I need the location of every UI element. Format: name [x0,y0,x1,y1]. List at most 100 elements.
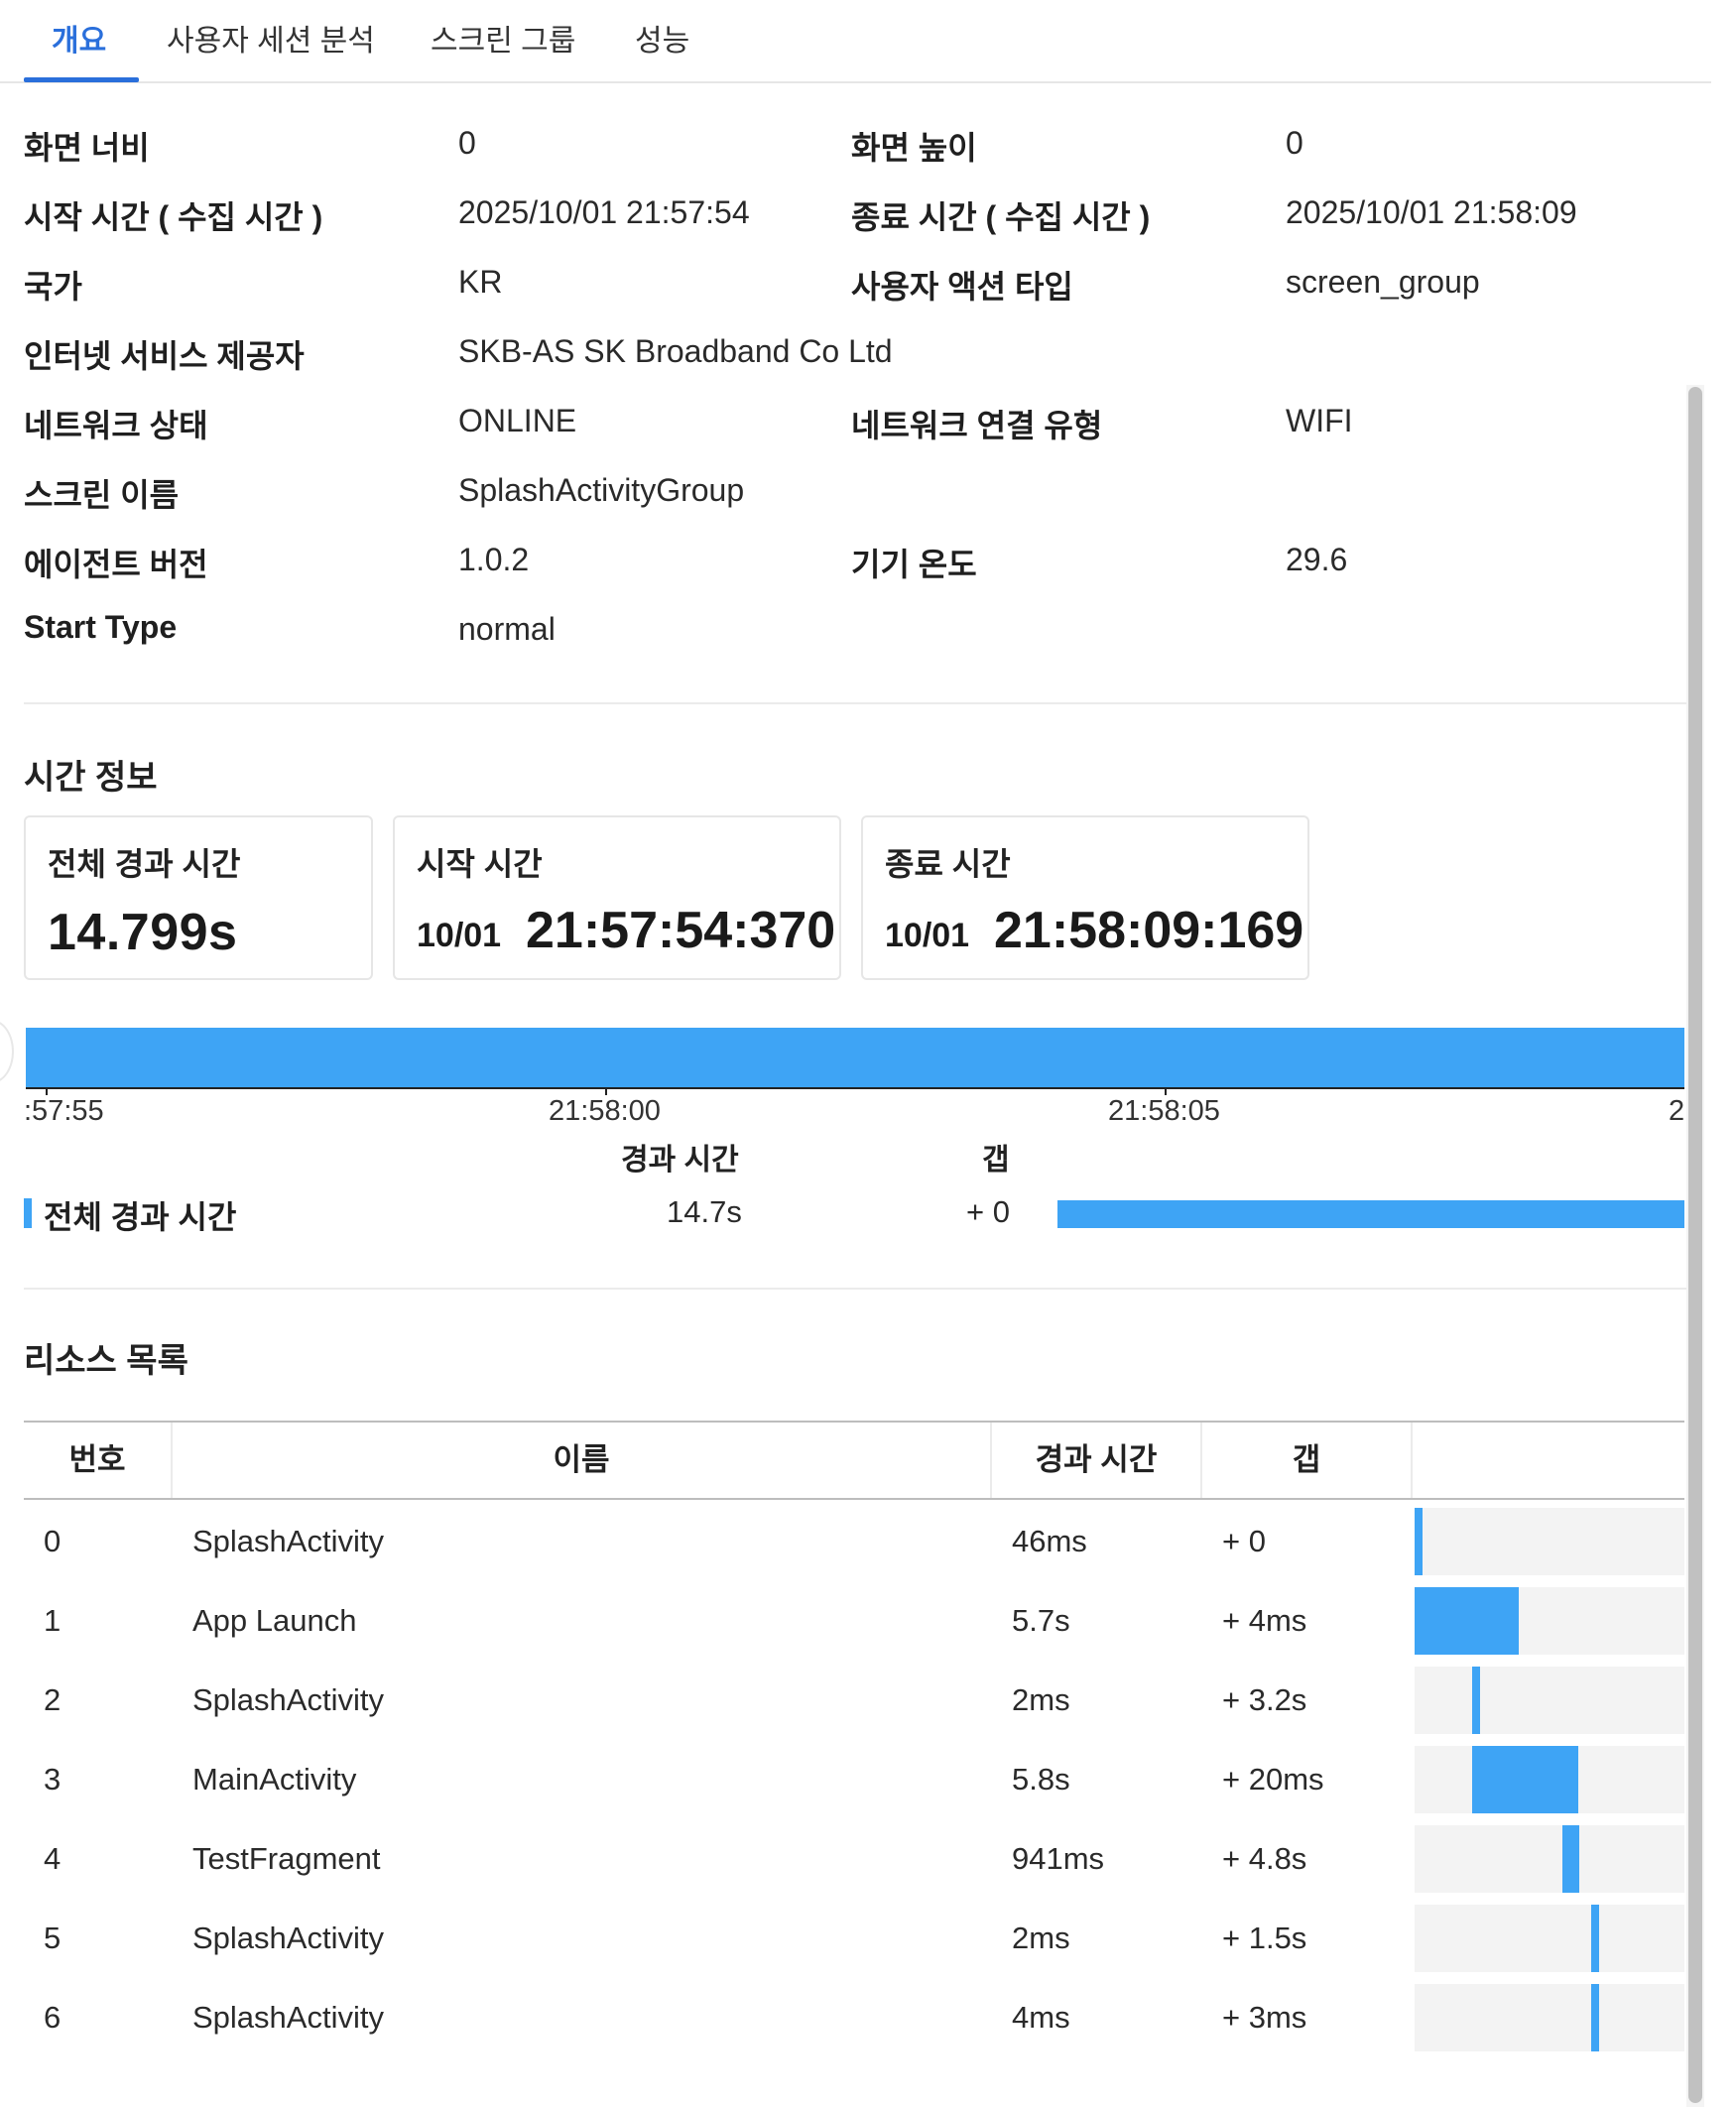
row-gap: + 4ms [1222,1603,1307,1638]
waterfall-bar [1591,1984,1599,2051]
section-divider [24,1288,1686,1290]
row-number: 4 [44,1841,62,1876]
table-row[interactable]: 4 TestFragment 941ms + 4.8s [24,1819,1684,1899]
timeline-tick-label: 2 [1669,1095,1685,1127]
row-elapsed: 4ms [1012,2000,1070,2035]
screen-name-value: SplashActivityGroup [458,472,745,508]
page: 개요 사용자 세션 분석 스크린 그룹 성능 화면 너비 0 화면 높이 0 시… [0,0,1736,2107]
gap-column-header: 갭 [982,1144,1010,1177]
tab-performance[interactable]: 성능 [635,16,689,60]
table-row[interactable]: 1 App Launch 5.7s + 4ms [24,1581,1684,1661]
end-time-label: 종료 시간 ( 수집 시간 ) [851,199,1151,235]
row-number: 3 [44,1762,62,1797]
isp-value: SKB-AS SK Broadband Co Ltd [458,333,893,369]
row-gap: + 4.8s [1222,1841,1307,1876]
row-name: SplashActivity [192,1921,384,1955]
row-gap: + 1.5s [1222,1921,1307,1955]
waterfall-bar [1472,1746,1578,1813]
timeline-tick [1165,1087,1167,1095]
timeline-tick [605,1087,607,1095]
elapsed-column-header: 경과 시간 [621,1144,739,1177]
tab-user-session-analysis[interactable]: 사용자 세션 분석 [167,16,375,60]
timeline-tick-label: 21:58:00 [549,1095,661,1127]
row-elapsed: 5.7s [1012,1603,1070,1638]
waterfall-track [1415,1984,1684,2051]
agent-version-value: 1.0.2 [458,542,530,577]
row-gap: + 20ms [1222,1762,1324,1797]
row-elapsed: 2ms [1012,1921,1070,1955]
country-label: 국가 [24,269,82,305]
start-type-label: Start Type [24,609,178,645]
end-time-card: 종료 시간 10/01 21:58:09:169 [861,815,1309,980]
waterfall-bar [1562,1825,1579,1893]
screen-height-value: 0 [1286,125,1303,161]
action-type-value: screen_group [1286,264,1480,300]
table-row[interactable]: 2 SplashActivity 2ms + 3.2s [24,1661,1684,1740]
start-time-card-label: 시작 시간 [417,846,543,882]
total-elapsed-row-label: 전체 경과 시간 [44,1199,237,1235]
screen-width-value: 0 [458,125,476,161]
row-gap: + 0 [1222,1524,1266,1558]
scrollbar-thumb[interactable] [1688,387,1702,2103]
country-value: KR [458,264,503,300]
resource-list-title: 리소스 목록 [24,1342,188,1380]
waterfall-track [1415,1587,1684,1655]
row-number: 6 [44,2000,62,2035]
row-number: 5 [44,1921,62,1955]
network-type-label: 네트워크 연결 유형 [851,408,1103,443]
start-type-value: normal [458,611,556,647]
total-elapsed-row-gap: + 0 [966,1194,1010,1229]
start-time-label: 시작 시간 ( 수집 시간 ) [24,199,323,235]
table-row[interactable]: 3 MainActivity 5.8s + 20ms [24,1740,1684,1819]
column-header-name[interactable]: 이름 [173,1423,990,1498]
tab-screen-group[interactable]: 스크린 그룹 [431,16,575,60]
table-row[interactable]: 6 SplashActivity 4ms + 3ms [24,1978,1684,2057]
column-header-number[interactable]: 번호 [24,1423,171,1498]
isp-label: 인터넷 서비스 제공자 [24,338,305,374]
row-number: 1 [44,1603,62,1638]
screen-height-label: 화면 높이 [851,130,977,166]
screen-width-label: 화면 너비 [24,130,150,166]
row-name: MainActivity [192,1762,357,1797]
row-name: SplashActivity [192,1524,384,1558]
row-elapsed: 941ms [1012,1841,1105,1876]
start-time-value: 2025/10/01 21:57:54 [458,194,750,230]
row-name: App Launch [192,1603,357,1638]
total-elapsed-label: 전체 경과 시간 [48,846,241,882]
column-separator [1411,1423,1413,1498]
end-time-card-date: 10/01 [885,917,970,954]
timeline-axis [26,1087,1684,1089]
row-gap: + 3ms [1222,2000,1307,2035]
timeline-scroll-handle[interactable] [0,1020,14,1083]
device-temp-value: 29.6 [1286,542,1348,577]
total-elapsed-value: 14.799s [48,904,238,961]
timeline-bar [26,1028,1684,1087]
total-elapsed-marker [24,1198,32,1228]
screen-name-label: 스크린 이름 [24,477,180,513]
network-type-value: WIFI [1286,403,1353,438]
waterfall-track [1415,1905,1684,1972]
column-header-gap[interactable]: 갭 [1202,1423,1411,1498]
tab-overview[interactable]: 개요 [52,16,106,60]
table-row[interactable]: 5 SplashActivity 2ms + 1.5s [24,1899,1684,1978]
time-info-title: 시간 정보 [24,759,158,797]
waterfall-bar [1472,1667,1480,1734]
start-time-card: 시작 시간 10/01 21:57:54:370 [393,815,841,980]
total-elapsed-card: 전체 경과 시간 14.799s [24,815,373,980]
row-elapsed: 2ms [1012,1682,1070,1717]
waterfall-track [1415,1508,1684,1575]
total-elapsed-bar [1057,1200,1684,1228]
resource-table-header: 번호 이름 경과 시간 갭 [24,1423,1684,1498]
end-time-value: 2025/10/01 21:58:09 [1286,194,1577,230]
table-row[interactable]: 0 SplashActivity 46ms + 0 [24,1502,1684,1581]
tab-bar: 개요 사용자 세션 분석 스크린 그룹 성능 [0,0,1711,83]
start-time-card-date: 10/01 [417,917,502,954]
waterfall-track [1415,1825,1684,1893]
row-gap: + 3.2s [1222,1682,1307,1717]
active-tab-indicator [24,77,139,82]
device-temp-label: 기기 온도 [851,547,977,582]
section-divider [24,702,1686,704]
column-header-elapsed[interactable]: 경과 시간 [992,1423,1200,1498]
waterfall-bar [1591,1905,1599,1972]
timeline-tick-label: :57:55 [24,1095,104,1127]
